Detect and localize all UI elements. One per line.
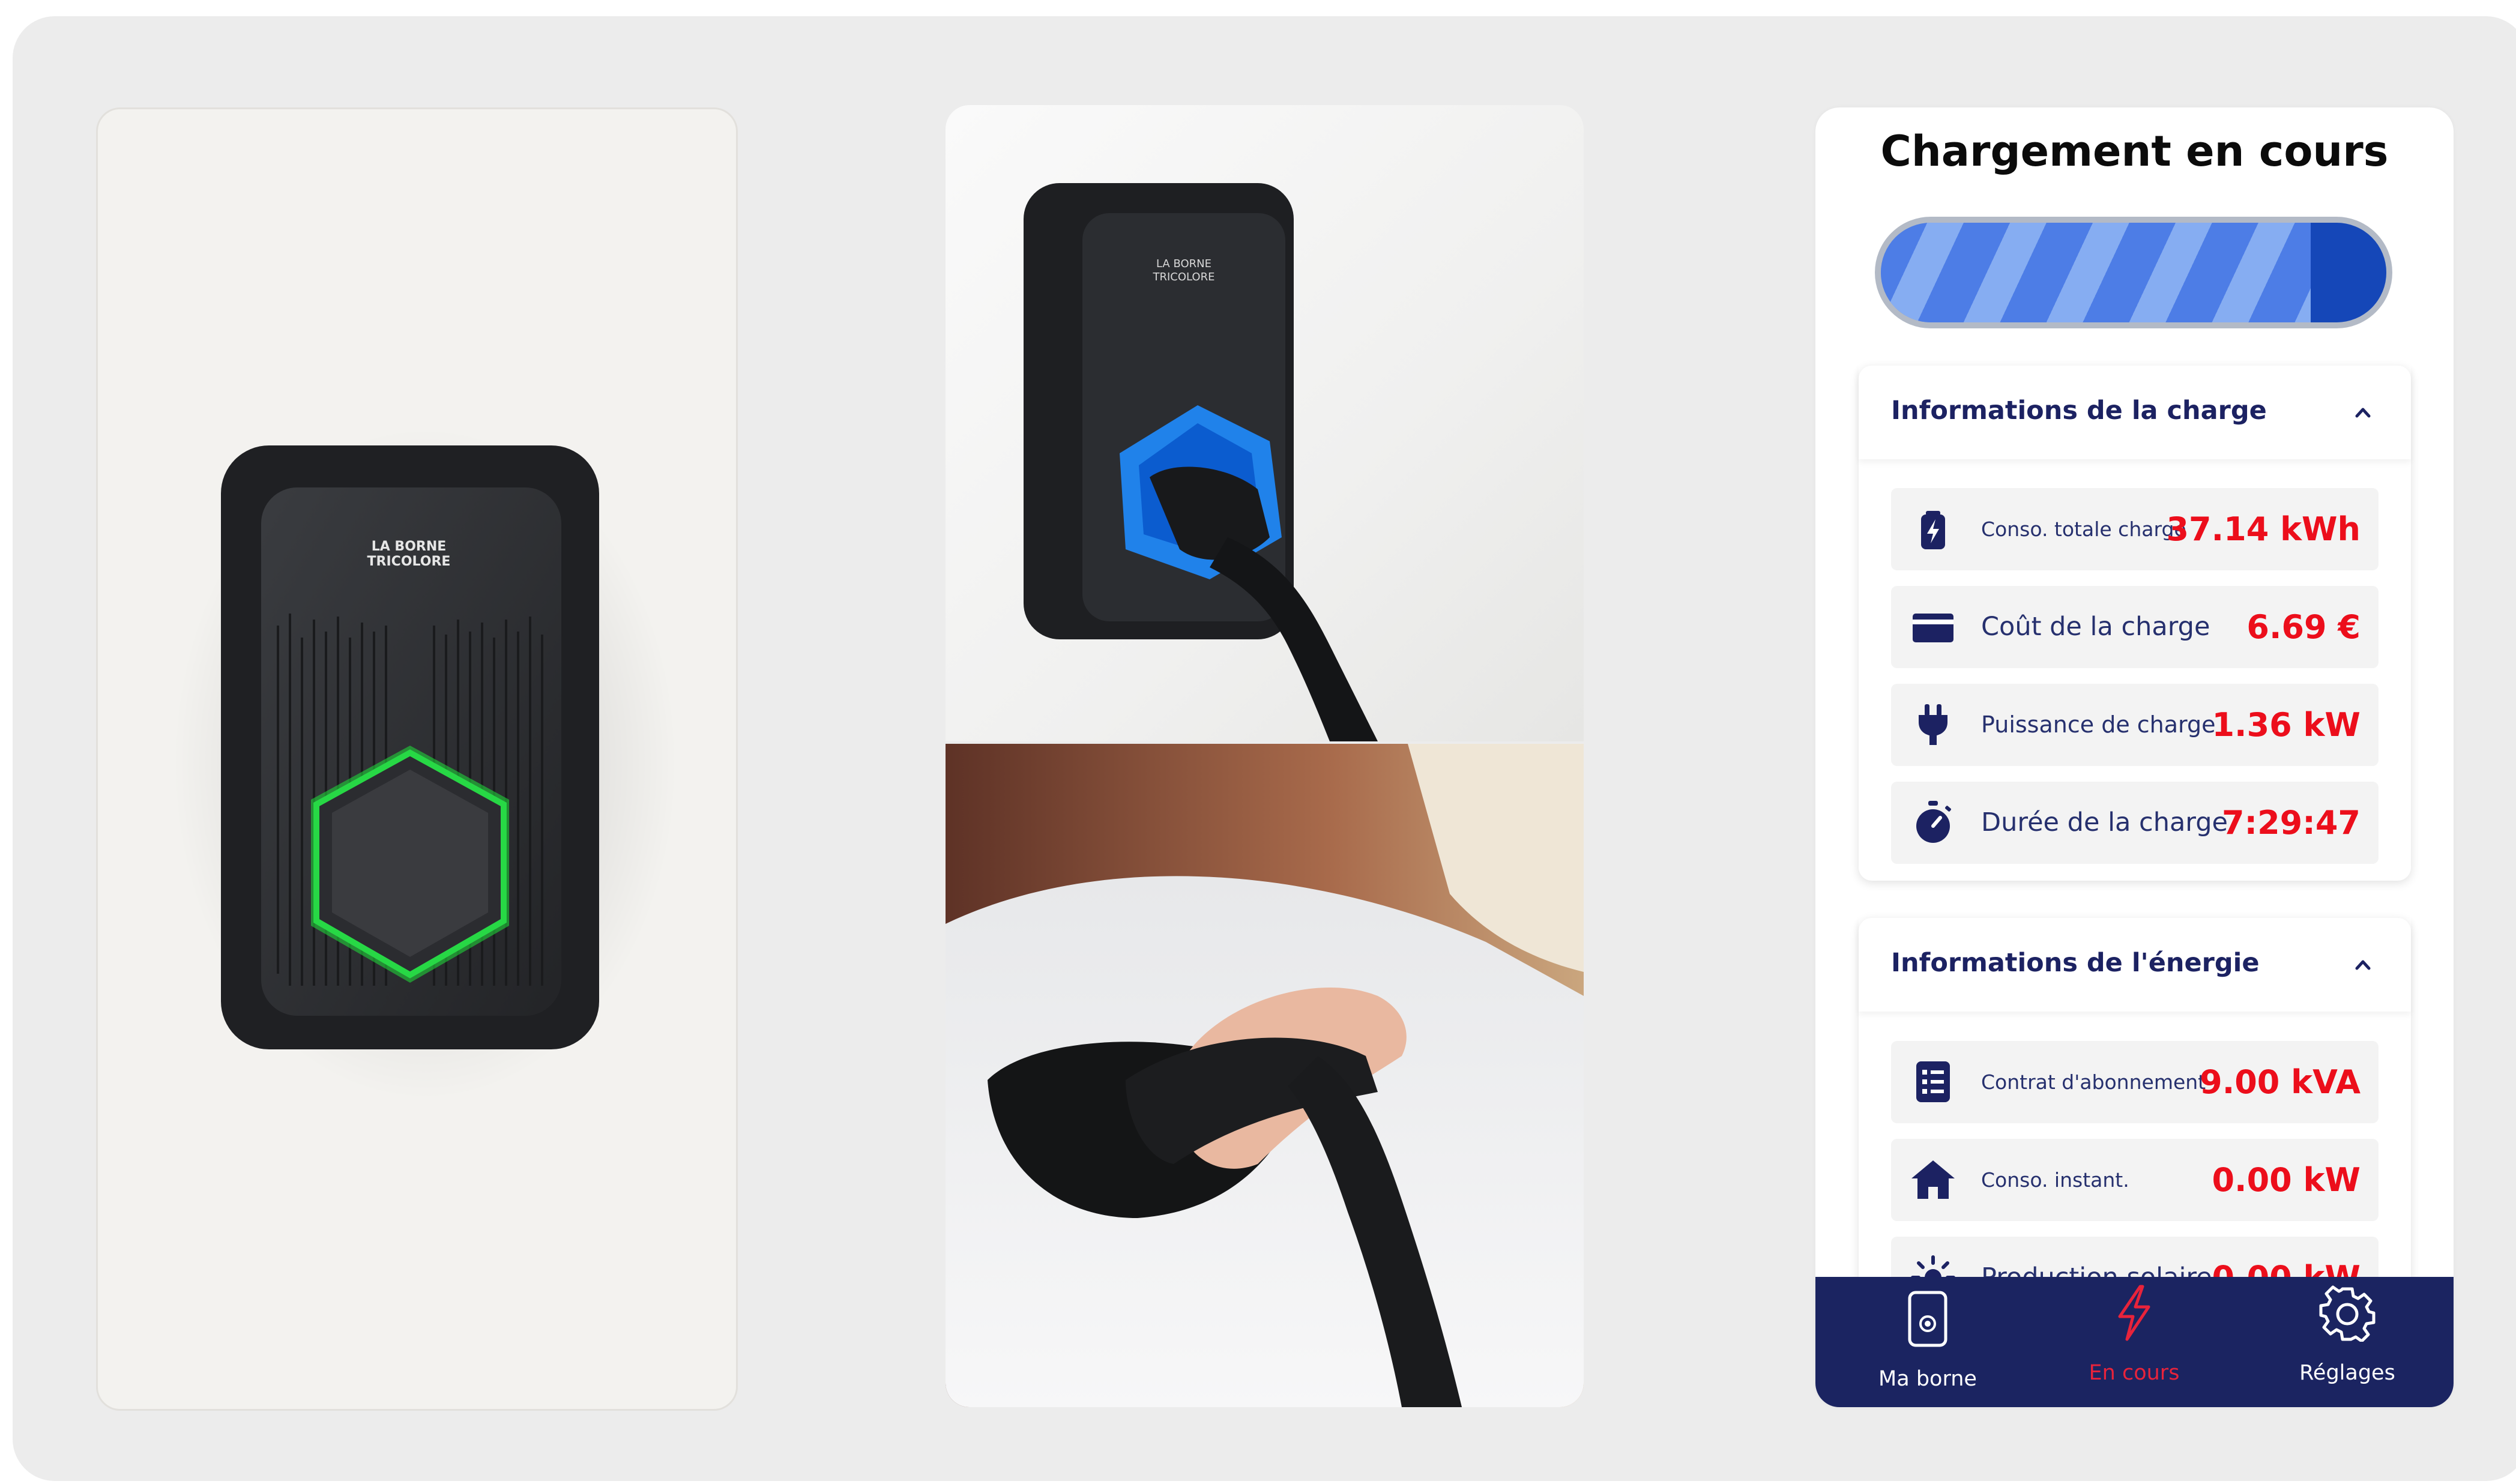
charge-progress-remaining	[2310, 223, 2386, 322]
row-label: Conso. totale charge	[1981, 517, 2186, 541]
app-screen: Chargement en cours Informations de la c…	[1815, 107, 2454, 1407]
list-item: Durée de la charge 7:29:47	[1891, 782, 2379, 864]
row-value: 7:29:47	[2221, 804, 2361, 842]
stopwatch-icon	[1916, 801, 1951, 843]
bottom-tab-bar: Ma borne En cours Réglages	[1815, 1277, 2454, 1407]
chevron-up-icon[interactable]	[2351, 953, 2375, 977]
wallbox-front-image: LA BORNE TRICOLORE	[173, 427, 677, 1100]
charge-progress-fill	[1881, 223, 2311, 322]
hand-plug-image	[946, 744, 1584, 1407]
row-value: 6.69 €	[2246, 608, 2361, 646]
energy-info-header[interactable]: Informations de l'énergie	[1859, 918, 2411, 1012]
list-item: Conso. instant. 0.00 kW	[1891, 1139, 2379, 1221]
credit-card-icon	[1913, 614, 1953, 642]
gear-icon	[2319, 1285, 2376, 1342]
row-label: Contrat d'abonnement	[1981, 1070, 2206, 1094]
section-title: Informations de la charge	[1891, 396, 2267, 426]
charger-device-icon	[1908, 1291, 1947, 1347]
tab-en-cours[interactable]: En cours	[2056, 1277, 2212, 1407]
row-label: Coût de la charge	[1981, 612, 2210, 642]
product-photo-card: LA BORNE TRICOLORE	[96, 107, 738, 1411]
tab-ma-borne[interactable]: Ma borne	[1850, 1277, 2006, 1407]
row-value: 37.14 kWh	[2166, 510, 2361, 548]
tab-label: Ma borne	[1878, 1367, 1977, 1391]
wallbox-side-image: LA BORNE TRICOLORE	[1024, 183, 1378, 741]
section-title: Informations de l'énergie	[1891, 948, 2260, 978]
charge-info-header[interactable]: Informations de la charge	[1859, 366, 2411, 459]
page-title: Chargement en cours	[1880, 127, 2389, 176]
brand-line-2: TRICOLORE	[367, 554, 451, 569]
lightning-icon	[2118, 1285, 2150, 1341]
charge-progress-bar	[1875, 217, 2392, 328]
brand-line-1: LA BORNE	[1156, 258, 1211, 270]
list-item: Contrat d'abonnement 9.00 kVA	[1891, 1041, 2379, 1123]
car-charging-photo	[946, 744, 1584, 1407]
row-value: 1.36 kW	[2212, 706, 2361, 744]
row-value: 9.00 kVA	[2200, 1063, 2361, 1101]
charge-info-section: Informations de la charge Conso. totale …	[1859, 366, 2411, 881]
tab-label: Réglages	[2299, 1361, 2395, 1385]
list-item: Puissance de charge 1.36 kW	[1891, 684, 2379, 766]
tab-reglages[interactable]: Réglages	[2269, 1277, 2425, 1407]
home-icon	[1911, 1160, 1955, 1199]
row-label: Puissance de charge	[1981, 711, 2216, 738]
list-item: Conso. totale charge 37.14 kWh	[1891, 488, 2379, 570]
brand-line-1: LA BORNE	[372, 539, 447, 554]
plug-icon	[1919, 704, 1947, 745]
energy-info-section: Informations de l'énergie Contrat d'abon…	[1859, 918, 2411, 1338]
contract-list-icon	[1916, 1061, 1950, 1102]
battery-charge-icon	[1921, 511, 1945, 549]
list-item: Coût de la charge 6.69 €	[1891, 586, 2379, 668]
row-label: Durée de la charge	[1981, 807, 2228, 837]
tab-label: En cours	[2089, 1361, 2180, 1385]
row-label: Conso. instant.	[1981, 1168, 2129, 1192]
brand-line-2: TRICOLORE	[1153, 271, 1215, 283]
wallbox-plugged-photo: LA BORNE TRICOLORE	[946, 105, 1584, 741]
chevron-up-icon[interactable]	[2351, 400, 2375, 424]
row-value: 0.00 kW	[2212, 1161, 2361, 1199]
